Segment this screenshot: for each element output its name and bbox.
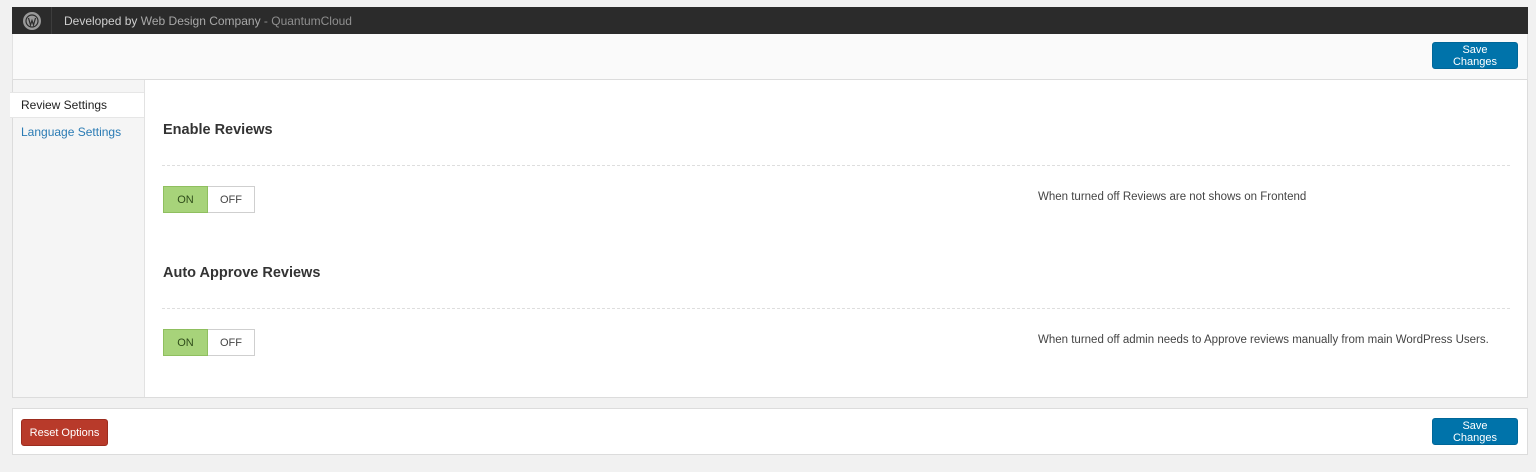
company-link[interactable]: Web Design Company [141, 14, 261, 28]
wordpress-logo[interactable] [12, 7, 52, 34]
top-bar: Developed by Web Design Company - Quantu… [12, 7, 1528, 34]
section-title-enable-reviews: Enable Reviews [163, 122, 273, 138]
sidebar-item-language-settings[interactable]: Language Settings [13, 119, 147, 145]
section-divider [162, 308, 1510, 309]
section-divider [162, 165, 1510, 166]
credit-separator: - [260, 13, 272, 28]
section-title-auto-approve: Auto Approve Reviews [163, 265, 321, 281]
toggle-off-option[interactable]: OFF [208, 330, 254, 355]
sidebar-item-review-settings[interactable]: Review Settings [10, 92, 144, 118]
toggle-on-option[interactable]: ON [163, 186, 208, 213]
settings-panel: Review Settings Language Settings Enable… [10, 80, 1528, 398]
options-footer: Reset Options Save Changes [12, 408, 1528, 455]
auto-approve-description: When turned off admin needs to Approve r… [1038, 334, 1489, 346]
reset-options-button[interactable]: Reset Options [21, 419, 108, 446]
toggle-on-option[interactable]: ON [163, 329, 208, 356]
wordpress-icon [22, 11, 41, 30]
options-header: Save Changes [12, 34, 1528, 80]
developed-by-label: Developed by [64, 13, 138, 28]
enable-reviews-toggle[interactable]: ON OFF [163, 186, 255, 213]
enable-reviews-description: When turned off Reviews are not shows on… [1038, 191, 1307, 203]
save-changes-button-top[interactable]: Save Changes [1432, 42, 1518, 69]
company-name: QuantumCloud [271, 13, 352, 28]
save-changes-button-bottom[interactable]: Save Changes [1432, 418, 1518, 445]
settings-sidebar: Review Settings Language Settings [10, 80, 147, 397]
toggle-off-option[interactable]: OFF [208, 187, 254, 212]
auto-approve-toggle[interactable]: ON OFF [163, 329, 255, 356]
developer-credit: Developed by Web Design Company - Quantu… [64, 14, 352, 28]
